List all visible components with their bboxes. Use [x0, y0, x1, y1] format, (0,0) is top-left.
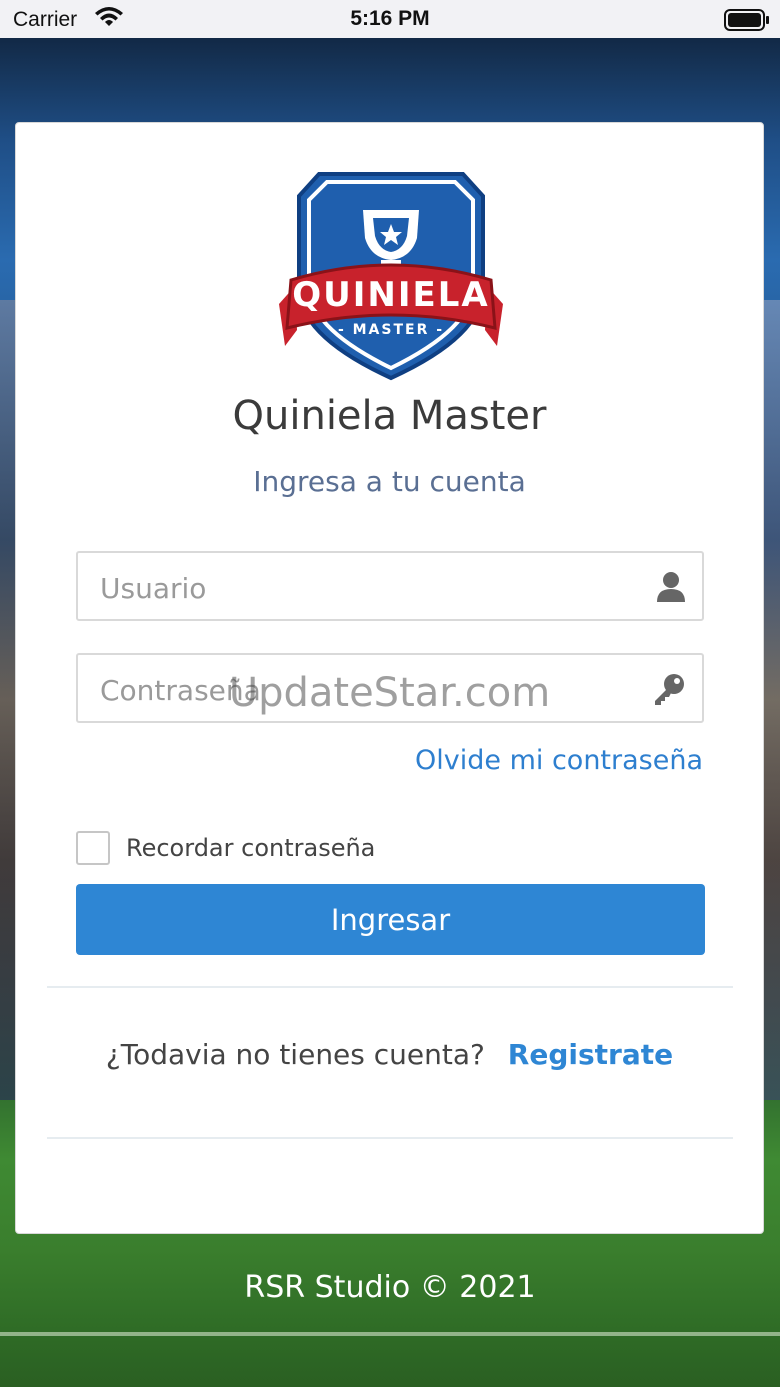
- divider-top: [47, 986, 733, 988]
- password-field[interactable]: [76, 653, 704, 723]
- divider-bottom: [47, 1137, 733, 1139]
- login-button[interactable]: Ingresar: [76, 884, 705, 955]
- remember-label: Recordar contraseña: [126, 834, 376, 862]
- signup-prompt: ¿Todavia no tienes cuenta?: [105, 1038, 485, 1071]
- status-time: 5:16 PM: [350, 7, 430, 30]
- remember-checkbox[interactable]: [76, 831, 110, 865]
- signup-link[interactable]: Registrate: [508, 1038, 673, 1071]
- app-title: Quiniela Master: [232, 393, 547, 439]
- key-icon: [652, 672, 686, 710]
- logo-banner-text: QUINIELA: [292, 275, 489, 315]
- battery-icon: [724, 9, 770, 36]
- username-input[interactable]: [98, 565, 632, 611]
- login-card: QUINIELA - MASTER - Quiniela Master Ingr…: [15, 122, 764, 1234]
- forgot-password-link[interactable]: Olvide mi contraseña: [415, 745, 703, 776]
- status-bar: Carrier 5:16 PM: [0, 0, 780, 38]
- remember-password-row[interactable]: Recordar contraseña: [76, 829, 375, 867]
- signup-row: ¿Todavia no tienes cuenta? Registrate: [16, 1038, 763, 1071]
- username-field[interactable]: [76, 551, 704, 621]
- password-input[interactable]: [98, 667, 632, 713]
- logo-sub-text: - MASTER -: [338, 322, 444, 338]
- background-field-line: [0, 1332, 780, 1336]
- login-subtitle: Ingresa a tu cuenta: [253, 465, 526, 498]
- user-icon: [656, 570, 686, 608]
- app-logo: QUINIELA - MASTER -: [271, 168, 511, 388]
- footer-copyright: RSR Studio © 2021: [244, 1270, 536, 1305]
